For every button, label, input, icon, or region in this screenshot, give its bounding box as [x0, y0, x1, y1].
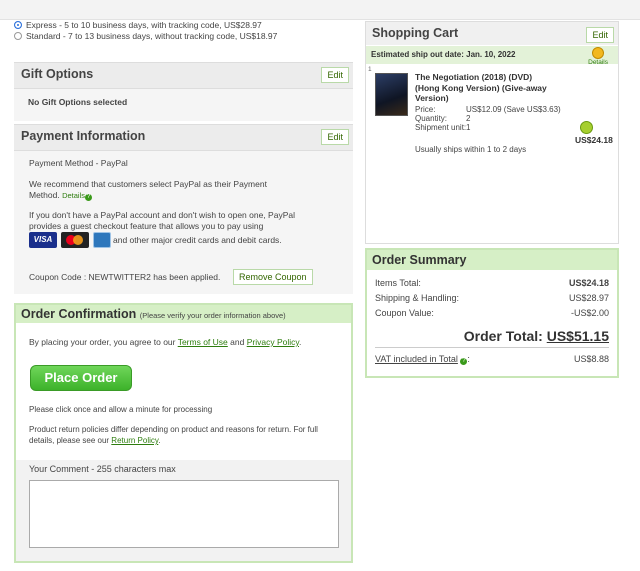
- order-summary-title: Order Summary: [372, 253, 467, 267]
- vat-colon: :: [467, 354, 470, 364]
- question-icon[interactable]: ?: [85, 194, 93, 201]
- items-total-value: US$24.18: [568, 278, 609, 288]
- vat-row: VAT included in Total ?: US$8.88: [375, 354, 609, 365]
- ship-date-text: Estimated ship out date: Jan. 10, 2022: [371, 50, 516, 59]
- order-confirmation-subtitle: (Please verify your order information ab…: [139, 311, 286, 320]
- comment-label: Your Comment - 255 characters max: [29, 464, 176, 474]
- shipping-row: Shipping & Handling: US$28.97: [375, 293, 609, 303]
- remove-coupon-button[interactable]: Remove Coupon: [233, 269, 313, 285]
- agree-and-text: and: [230, 337, 245, 347]
- browser-top-strip: [0, 0, 640, 20]
- radio-standard[interactable]: [14, 32, 22, 40]
- shipping-value: US$28.97: [568, 293, 609, 303]
- order-confirmation-title-wrap: Order Confirmation (Please verify your o…: [21, 307, 286, 321]
- return-text: details, please see our: [29, 436, 110, 445]
- total-divider: [375, 347, 609, 348]
- item-title-line3[interactable]: Version): [415, 93, 449, 104]
- order-summary-panel: Order Summary Items Total: US$24.18 Ship…: [365, 248, 619, 378]
- shipping-option-express[interactable]: Express - 5 to 10 business days, with tr…: [14, 20, 262, 30]
- ships-note: Usually ships within 1 to 2 days: [415, 145, 527, 154]
- privacy-link[interactable]: Privacy Policy: [247, 337, 299, 347]
- gift-edit-button[interactable]: Edit: [321, 67, 349, 83]
- comment-section: Your Comment - 255 characters max: [16, 460, 351, 561]
- cart-header: Shopping Cart Edit: [366, 22, 618, 45]
- vat-value: US$8.88: [573, 354, 609, 364]
- shopping-cart-panel: Shopping Cart Edit Estimated ship out da…: [365, 21, 619, 244]
- gift-options-header: Gift Options Edit: [14, 62, 353, 89]
- radio-express[interactable]: [14, 21, 22, 29]
- coupon-label: Coupon Value:: [375, 308, 434, 318]
- order-total-label: Order Total:: [463, 328, 543, 344]
- ship-date-bar: Estimated ship out date: Jan. 10, 2022: [366, 46, 618, 64]
- payment-info-line2: provides a guest checkout feature that a…: [29, 221, 264, 231]
- return-policy-link[interactable]: Return Policy: [111, 436, 158, 445]
- order-total-row: Order Total: US$51.15: [375, 328, 609, 344]
- cart-edit-button[interactable]: Edit: [586, 27, 614, 43]
- payment-details-link[interactable]: Details: [62, 191, 85, 200]
- visa-card-icon: VISA: [29, 232, 57, 248]
- smiley-icon[interactable]: [592, 47, 604, 59]
- return-period: .: [158, 436, 161, 445]
- click-once-text: Please click once and allow a minute for…: [29, 405, 213, 414]
- shipping-label: Shipping & Handling:: [375, 293, 460, 303]
- coupon-value: -US$2.00: [570, 308, 609, 318]
- item-total: US$24.18: [575, 135, 613, 145]
- coupon-row: Coupon Value: -US$2.00: [375, 308, 609, 318]
- order-confirmation-panel: Order Confirmation (Please verify your o…: [14, 303, 353, 563]
- shipping-option-standard[interactable]: Standard - 7 to 13 business days, withou…: [14, 31, 277, 41]
- payment-recommend-line2: Method. Details?: [29, 190, 93, 201]
- coupon-applied-text: Coupon Code : NEWTWITTER2 has been appli…: [29, 272, 221, 282]
- payment-method: Payment Method - PayPal: [29, 158, 128, 168]
- shipment-unit-value: 1: [466, 123, 471, 132]
- cart-item-index: 1: [368, 66, 372, 73]
- amex-card-icon: [93, 232, 111, 248]
- terms-link[interactable]: Terms of Use: [178, 337, 228, 347]
- product-thumbnail[interactable]: [375, 73, 408, 116]
- comment-textarea[interactable]: [29, 480, 339, 548]
- payment-info-line1: If you don't have a PayPal account and d…: [29, 210, 295, 220]
- mastercard-icon: [61, 232, 89, 248]
- shipping-option-express-label: Express - 5 to 10 business days, with tr…: [26, 20, 262, 30]
- order-total-value: US$51.15: [546, 328, 609, 344]
- order-summary-header: Order Summary: [367, 250, 617, 270]
- order-confirmation-title: Order Confirmation: [21, 307, 137, 321]
- agree-text: By placing your order, you agree to our …: [29, 337, 301, 348]
- gift-options-title: Gift Options: [21, 67, 94, 81]
- gift-options-text: No Gift Options selected: [28, 97, 128, 107]
- payment-edit-button[interactable]: Edit: [321, 129, 349, 145]
- payment-recommend-text: Method.: [29, 190, 60, 200]
- payment-cards-text: and other major credit cards and debit c…: [113, 235, 282, 245]
- item-title-line1[interactable]: The Negotiation (2018) (DVD): [415, 72, 532, 83]
- cart-details-link[interactable]: Details: [588, 59, 608, 66]
- vat-label[interactable]: VAT included in Total: [375, 354, 458, 364]
- agree-period: .: [299, 337, 302, 347]
- items-total-row: Items Total: US$24.18: [375, 278, 609, 288]
- payment-recommend-line1: We recommend that customers select PayPa…: [29, 179, 267, 189]
- shipping-option-standard-label: Standard - 7 to 13 business days, withou…: [26, 31, 278, 41]
- place-order-button[interactable]: Place Order: [30, 365, 132, 391]
- return-text-line1: Product return policies differ depending…: [29, 425, 318, 434]
- cart-title: Shopping Cart: [372, 26, 459, 40]
- payment-header: Payment Information Edit: [14, 124, 353, 151]
- return-text-line2: details, please see our Return Policy.: [29, 435, 161, 446]
- agree-pre-text: By placing your order, you agree to our: [29, 337, 176, 347]
- payment-title: Payment Information: [21, 129, 146, 143]
- shipment-unit-label: Shipment unit:: [415, 123, 467, 132]
- eco-icon: [580, 121, 593, 134]
- order-confirmation-header: Order Confirmation (Please verify your o…: [16, 305, 351, 323]
- gift-options-body: No Gift Options selected: [14, 89, 353, 121]
- items-total-label: Items Total:: [375, 278, 421, 288]
- price-value: US$12.09 (Save US$3.63): [466, 105, 561, 114]
